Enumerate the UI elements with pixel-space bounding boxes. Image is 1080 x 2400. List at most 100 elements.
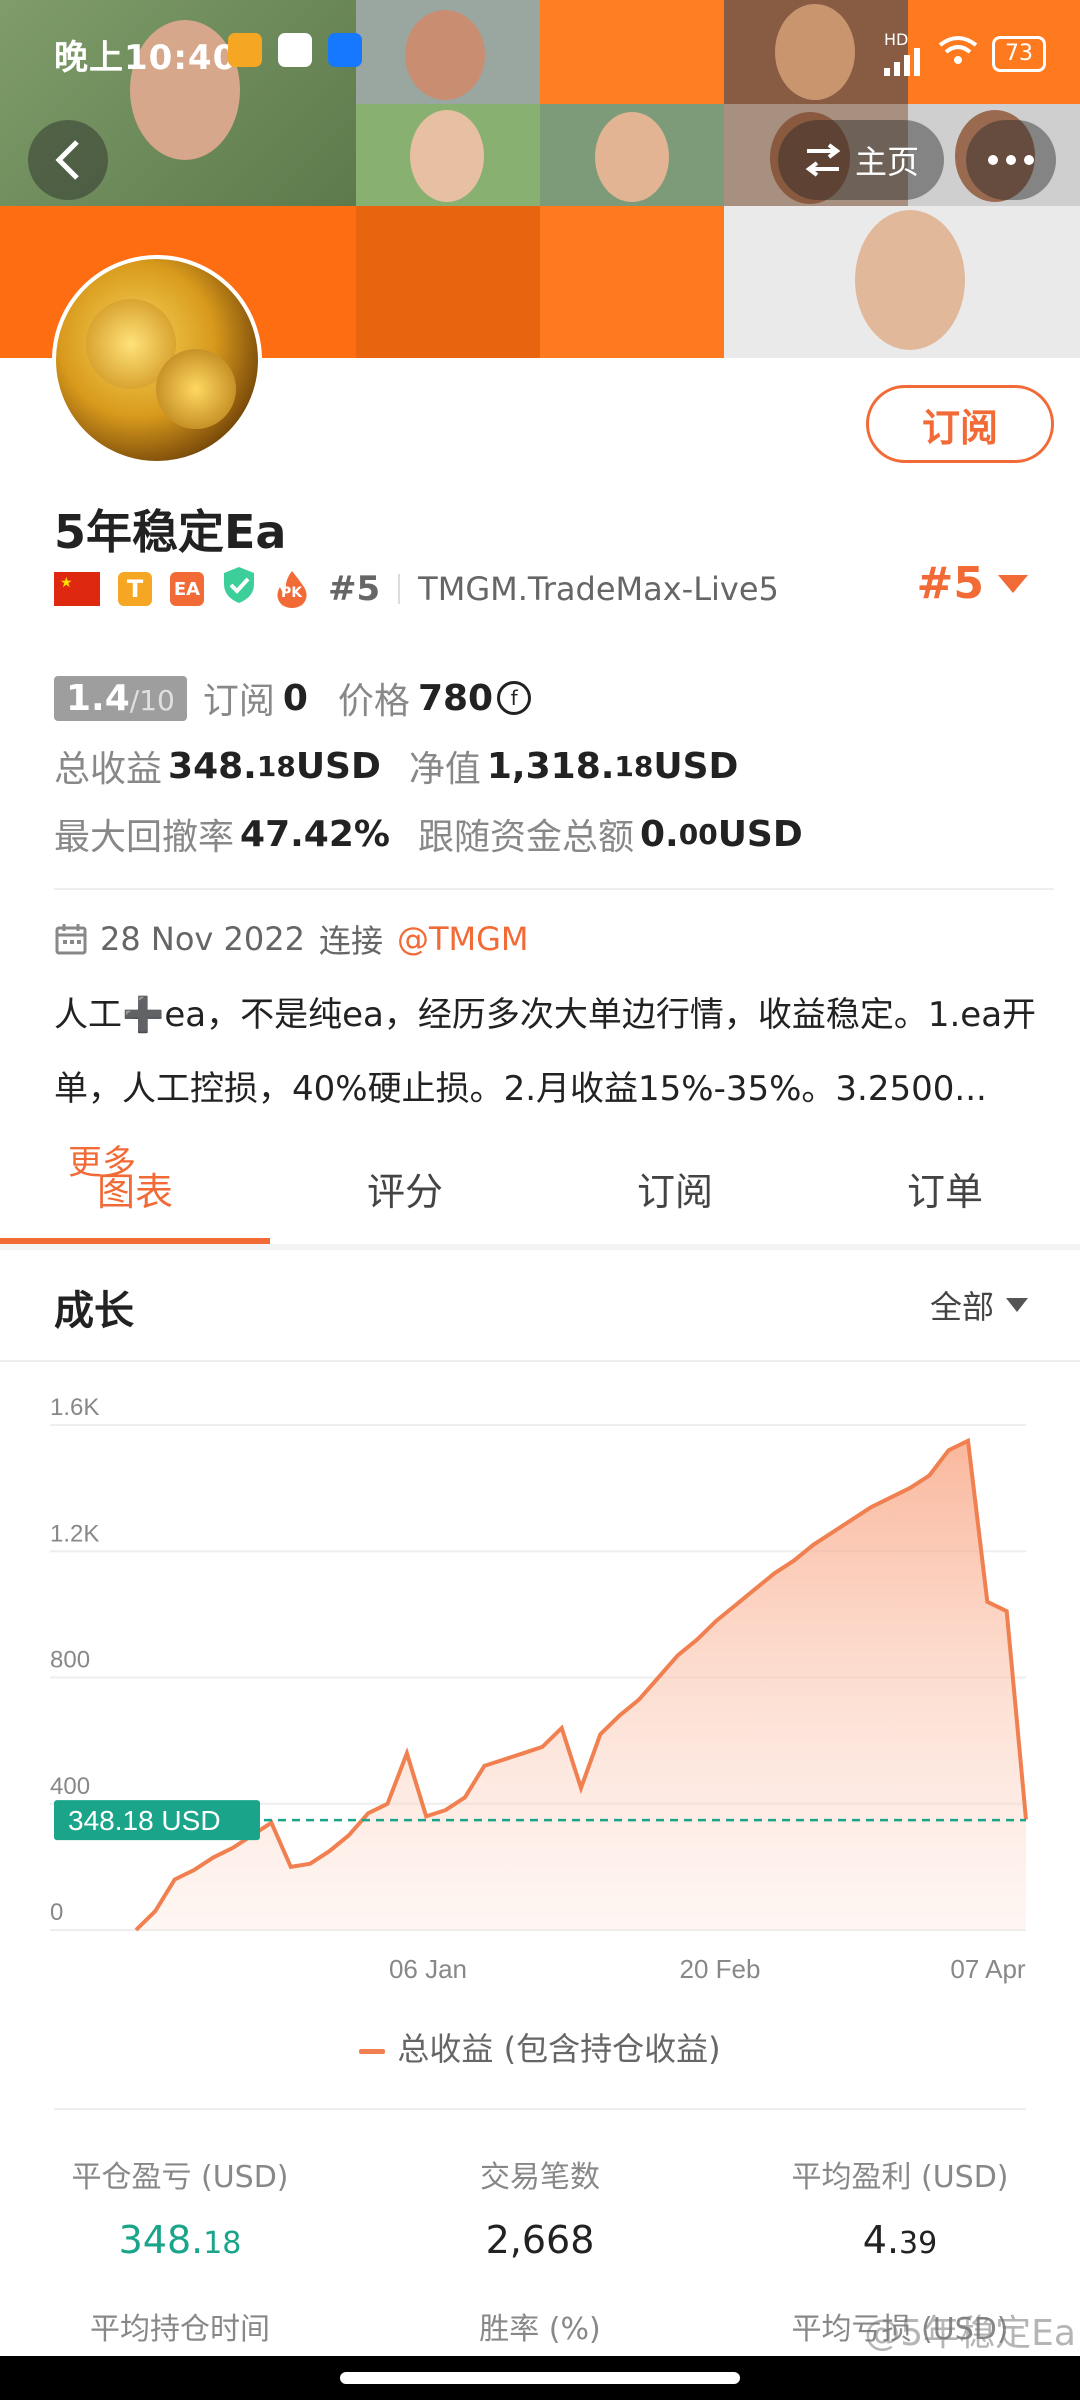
stat-value: 4.39 [862,2218,938,2262]
account-server: TMGM.TradeMax-Live5 [418,570,779,608]
stats-row-2: 总收益 348. 18 USD 净值 1,318. 18 USD [54,740,738,792]
equity-decimal: 18 [614,749,654,783]
y-tick-label: 800 [50,1647,90,1674]
home-button[interactable]: 主页 [778,120,944,200]
status-time: 晚上10:40 [54,38,238,78]
shield-check-icon [222,566,256,613]
wifi-icon [938,34,978,74]
max-drawdown-label: 最大回撤率 [54,817,235,858]
chevron-left-icon [55,140,79,180]
banner-face [410,110,484,202]
connect-word: 连接 [318,922,383,960]
coin-icon: f [497,681,532,715]
banner-face [595,112,669,202]
subscribe-button[interactable]: 订阅 [866,385,1054,463]
stats-row-3: 最大回撤率 47.42% 跟随资金总额 0. 00 USD [54,808,803,860]
y-tick-label: 400 [50,1773,90,1800]
caret-down-icon [998,574,1028,593]
current-value-label: 348.18 USD [68,1805,221,1836]
stat-avg-hold-time-label: 平均持仓时间 [90,2312,270,2347]
price-label: 价格 [337,681,410,722]
description-line-1: 人工➕ea，不是纯ea，经历多次大单边行情，收益稳定。1.ea开 [54,995,1037,1035]
chart-title: 成长 [54,1288,134,1334]
tab-orders[interactable]: 订单 [810,1150,1080,1244]
x-tick-label: 06 Jan [389,1954,467,1984]
china-flag-icon: ★ [54,572,100,606]
alipay-icon [328,33,362,67]
more-icon [988,155,1034,165]
y-tick-label: 1.6K [50,1394,99,1421]
network-type: HD [884,30,909,49]
more-button[interactable] [966,120,1056,200]
tab-chart[interactable]: 图表 [0,1150,270,1244]
rank-dropdown[interactable]: #5 [917,558,1028,609]
y-tick-label: 0 [50,1899,63,1926]
swap-icon [805,143,841,177]
stat-win-rate-label: 胜率 (%) [479,2312,601,2347]
notification-app-icon [278,33,312,67]
x-tick-label: 20 Feb [680,1954,761,1984]
battery-level: 73 [1005,41,1033,66]
notification-app-icon [228,33,262,67]
watermark: @5年稳定Ea [864,2313,1076,2354]
stat-label: 平均盈利 (USD) [791,2160,1009,2195]
divider [54,2108,1026,2110]
tab-bar: 图表 评分 订阅 订单 [0,1150,1080,1244]
legend-swatch [359,2048,386,2054]
stat-trade-count: 交易笔数 2,668 [360,2152,720,2262]
separator [398,574,401,604]
subscribe-count: 0 [282,677,308,719]
current-value-tag: 348.18 USD [54,1800,260,1841]
growth-chart[interactable]: 348.18 USD 0 400 800 1.2K 1.6K 06 Jan 20 Feb 0… [0,1370,1080,2070]
rank-big-label: #5 [916,558,984,609]
connection-row: 28 Nov 2022 连接 @TMGM [54,916,529,962]
total-profit-unit: USD [295,745,381,787]
back-button[interactable] [28,120,108,200]
pk-label: PK [281,585,303,601]
battery-icon: 73 [992,36,1046,72]
broker-link[interactable]: @TMGM [397,920,529,958]
ea-badge: EA [170,572,204,606]
follow-funds-main: 0. [639,813,679,855]
follow-funds-decimal: 00 [678,817,718,851]
max-drawdown-value: 47.42% [240,813,390,855]
stats-row-1: 1.4/10 订阅 0 价格 780 f [54,672,532,724]
rating-value: 1.4 [66,677,130,719]
subscribe-count-label: 订阅 [202,681,275,722]
gold-coin-image [156,349,236,429]
chart-filter-label: 全部 [929,1288,994,1326]
divider [0,1360,1080,1362]
total-profit-main: 348. [168,745,257,787]
follow-funds-label: 跟随资金总额 [417,817,634,858]
equity-main: 1,318. [486,745,615,787]
home-label: 主页 [854,143,919,181]
x-tick-label: 07 Apr [950,1954,1026,1984]
pk-fire-icon: PK [274,569,310,609]
banner-orange-tile [540,206,724,358]
signal-icon: HD [884,32,924,76]
tab-rating[interactable]: 评分 [270,1150,540,1244]
stat-avg-profit: 平均盈利 (USD) 4.39 [720,2152,1080,2262]
tab-subscribe[interactable]: 订阅 [540,1150,810,1244]
divider [54,888,1054,890]
status-right: HD 73 [884,32,1046,76]
banner-orange-tile [356,206,540,358]
strategy-title: 5年稳定Ea [54,505,287,559]
growth-area [136,1440,1026,1930]
stat-label: 交易笔数 [480,2160,600,2195]
chart-filter-dropdown[interactable]: 全部 [930,1282,1028,1328]
rank-label: #5 [328,569,381,609]
follow-funds-unit: USD [717,813,803,855]
home-indicator[interactable] [340,2372,740,2384]
caret-down-icon [1006,1298,1028,1312]
status-bar: 晚上10:40 HD 73 [0,0,1080,100]
stats-grid-row-1: 平仓盈亏 (USD) 348.18 交易笔数 2,668 平均盈利 (USD) … [0,2152,1080,2262]
section-divider [0,1244,1080,1250]
connect-date: 28 Nov 2022 [100,920,305,958]
avatar [52,255,262,465]
legend-label: 总收益 (包含持仓收益) [397,2030,721,2068]
y-tick-label: 1.2K [50,1520,99,1547]
stat-value: 2,668 [485,2218,595,2262]
calendar-icon [55,924,87,955]
rating-badge: 1.4/10 [54,675,187,721]
